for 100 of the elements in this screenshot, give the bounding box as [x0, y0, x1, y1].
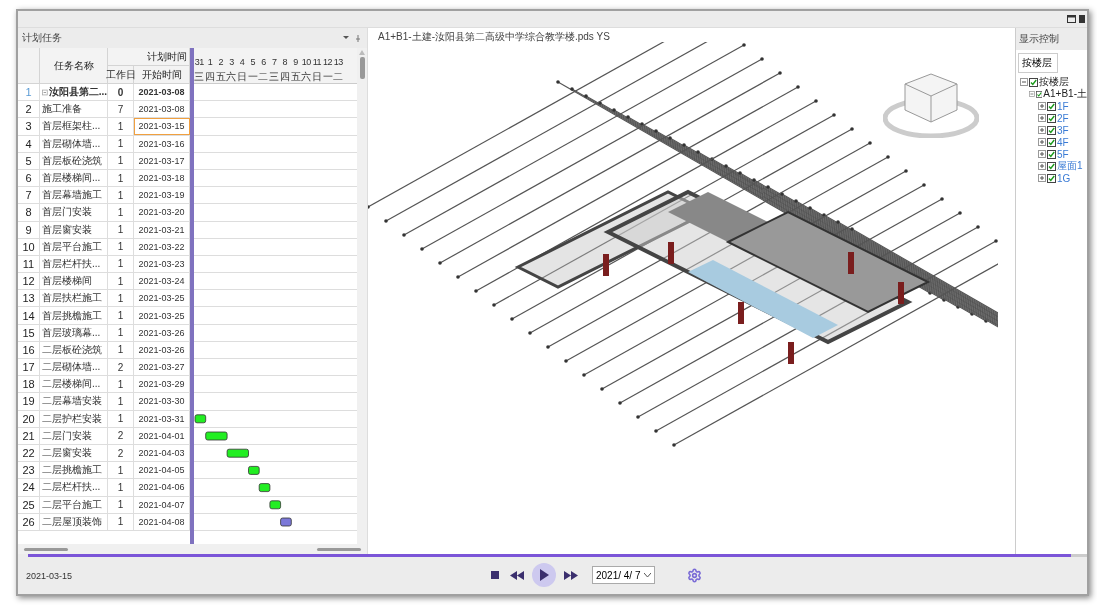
- day-label: 10: [300, 57, 312, 69]
- column-header[interactable]: 工作日: [108, 66, 134, 84]
- day-label: 5: [249, 57, 257, 69]
- pin-icon[interactable]: [343, 34, 363, 42]
- task-name-cell[interactable]: 首层门安装: [40, 204, 108, 221]
- task-name-cell[interactable]: 二层砌体墙...: [40, 359, 108, 376]
- task-name-cell[interactable]: 二层板砼浇筑: [40, 341, 108, 358]
- expand-icon[interactable]: [1038, 174, 1046, 182]
- weekday-label: 一: [322, 70, 333, 83]
- task-name-cell[interactable]: 首层挑檐施工: [40, 307, 108, 324]
- settings-button[interactable]: [687, 567, 703, 583]
- row-number: 23: [18, 462, 40, 479]
- tree-item-label[interactable]: 屋面1: [1057, 160, 1083, 172]
- task-name-cell[interactable]: 二层屋顶装饰: [40, 513, 108, 530]
- expand-icon[interactable]: [1038, 102, 1046, 110]
- task-name-cell[interactable]: 首层玻璃幕...: [40, 324, 108, 341]
- task-name-cell[interactable]: 二层挑檐施工: [40, 462, 108, 479]
- day-label: 8: [281, 57, 289, 69]
- checkbox[interactable]: [1029, 77, 1038, 87]
- fast-forward-button[interactable]: [564, 568, 578, 582]
- gantt-bar[interactable]: [280, 517, 292, 527]
- task-name-cell[interactable]: 首层幕墙施工: [40, 187, 108, 204]
- mode-dropdown[interactable]: 按楼层: [1018, 53, 1058, 73]
- expand-icon[interactable]: [1038, 162, 1046, 170]
- model-title: A1+B1-土建-汝阳县第二高级中学综合教学楼.pds YS: [377, 30, 611, 42]
- scrollbar-thumb[interactable]: [317, 547, 361, 551]
- collapse-icon[interactable]: [42, 88, 48, 96]
- row-number: 1: [18, 84, 40, 101]
- task-name-cell[interactable]: 首层框架柱...: [40, 118, 108, 135]
- tree-item-label[interactable]: 1F: [1057, 100, 1069, 112]
- panel-title: 显示控制: [1016, 28, 1087, 50]
- task-name-cell[interactable]: 首层栏杆扶...: [40, 255, 108, 273]
- checkbox[interactable]: [1047, 101, 1056, 111]
- checkbox[interactable]: [1047, 113, 1056, 123]
- tree-item-label[interactable]: 3F: [1057, 124, 1069, 136]
- task-name-cell[interactable]: 首层楼梯间: [40, 273, 108, 290]
- checkbox[interactable]: [1047, 149, 1056, 159]
- table-cell: 1: [108, 290, 134, 307]
- day-label: 6: [260, 57, 267, 69]
- task-name-cell[interactable]: 首层板砼浇筑: [40, 152, 108, 169]
- day-label: 9: [292, 57, 299, 69]
- gantt-bar[interactable]: [269, 500, 281, 510]
- window-icon[interactable]: [1067, 15, 1076, 23]
- task-name-cell[interactable]: 二层幕墙安装: [40, 393, 108, 410]
- task-name-cell[interactable]: 二层楼梯间...: [40, 376, 108, 393]
- checkbox[interactable]: [1047, 137, 1056, 147]
- tree-item-label[interactable]: 按楼层: [1039, 76, 1069, 88]
- checkbox[interactable]: [1047, 173, 1056, 183]
- gantt-bar[interactable]: [258, 483, 271, 492]
- task-name-cell[interactable]: 汝阳县第二...: [40, 84, 108, 101]
- task-name-cell[interactable]: 施工准备: [40, 101, 108, 118]
- checkbox[interactable]: [1047, 161, 1056, 171]
- task-name-cell[interactable]: 二层门安装: [40, 427, 108, 444]
- date-picker[interactable]: 2021/ 4/ 7: [592, 566, 656, 584]
- gantt-bar[interactable]: [194, 414, 207, 424]
- table-cell: 1: [108, 341, 134, 358]
- row-number: 13: [18, 290, 40, 307]
- expand-icon[interactable]: [1038, 150, 1046, 158]
- stop-button[interactable]: [488, 568, 502, 582]
- task-name-cell[interactable]: 首层扶栏施工: [40, 290, 108, 307]
- tree-item-label[interactable]: 4F: [1057, 136, 1069, 148]
- fast-forward-icon: [564, 570, 578, 580]
- task-name-cell[interactable]: 首层楼梯间...: [40, 169, 108, 187]
- gantt-bar[interactable]: [205, 431, 228, 441]
- task-name-cell[interactable]: 二层护栏安装: [40, 410, 108, 427]
- gear-icon: [687, 567, 703, 583]
- row-number: 6: [18, 169, 40, 187]
- expand-icon[interactable]: [1038, 138, 1046, 146]
- task-name-cell[interactable]: 二层平台施工: [40, 496, 108, 513]
- day-label: 12: [322, 57, 333, 69]
- row-number: 8: [18, 204, 40, 221]
- day-label: 4: [238, 57, 246, 69]
- tree-item-label[interactable]: A1+B1-土: [1043, 88, 1087, 100]
- checkbox[interactable]: [1047, 125, 1056, 135]
- rewind-icon: [510, 570, 524, 580]
- tree-item-label[interactable]: 5F: [1057, 148, 1069, 160]
- expand-icon[interactable]: [1038, 114, 1046, 122]
- tree-item-label[interactable]: 1G: [1057, 172, 1071, 184]
- weekday-label: 三: [194, 70, 205, 83]
- row-number: 21: [18, 427, 40, 444]
- scrollbar-thumb[interactable]: [359, 57, 365, 79]
- task-name-cell[interactable]: 二层栏杆扶...: [40, 479, 108, 496]
- row-number: 2: [18, 101, 40, 118]
- scrollbar-thumb[interactable]: [24, 547, 68, 551]
- task-name-cell[interactable]: 二层窗安装: [40, 444, 108, 462]
- gantt-bar[interactable]: [248, 466, 260, 475]
- expand-icon[interactable]: [1038, 126, 1046, 134]
- task-name-cell[interactable]: 首层砌体墙...: [40, 135, 108, 152]
- task-name: 首层幕墙施工: [42, 188, 102, 203]
- tree-item-label[interactable]: 2F: [1057, 112, 1069, 124]
- day-label: 3: [228, 57, 235, 69]
- gantt-bar[interactable]: [226, 448, 249, 458]
- table-cell[interactable]: 2021-03-15: [134, 118, 190, 135]
- play-button[interactable]: [532, 563, 556, 587]
- row-number: 26: [18, 513, 40, 530]
- table-cell: 1: [108, 187, 134, 204]
- rewind-button[interactable]: [510, 568, 524, 582]
- task-name-cell[interactable]: 首层平台施工: [40, 238, 108, 255]
- day-label: 13: [332, 57, 344, 69]
- task-name-cell[interactable]: 首层窗安装: [40, 221, 108, 238]
